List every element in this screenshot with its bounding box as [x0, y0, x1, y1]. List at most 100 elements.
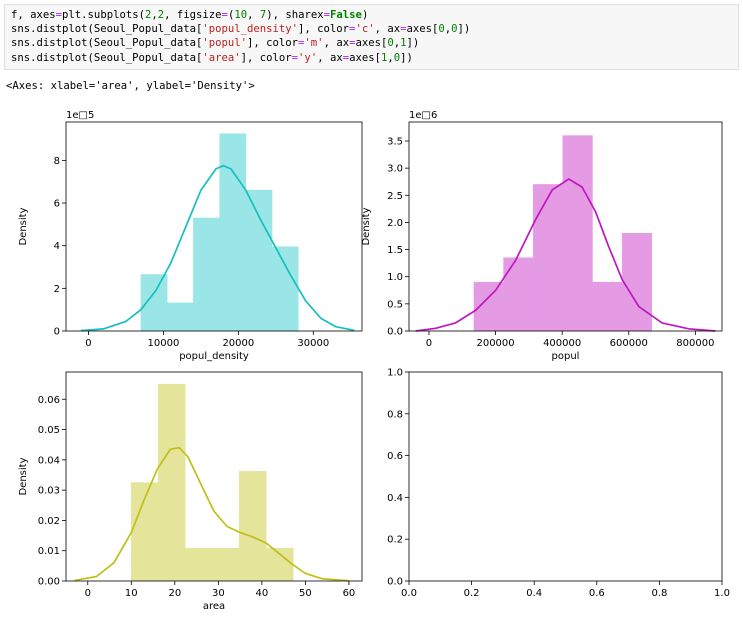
- histogram-bar: [532, 184, 564, 332]
- y-tick-label: 0.05: [38, 425, 60, 436]
- y-tick-label: 0.06: [38, 395, 60, 406]
- y-tick-label: 3.0: [387, 164, 403, 175]
- code-token: ), sharex: [266, 9, 324, 21]
- histogram-bar: [473, 281, 504, 332]
- x-tick-label: 60: [343, 588, 356, 599]
- x-tick-label: 1.0: [714, 588, 730, 599]
- y-tick-label: 1.0: [387, 272, 403, 283]
- code-line: sns.distplot(Seoul_Popul_data['popul'], …: [11, 36, 732, 50]
- subplot-1: 0 10000 20000 30000 0 2 4 6 8 popul_density Densit…: [18, 110, 363, 362]
- code-token: ]): [457, 23, 471, 36]
- x-tick-label: 600000: [610, 338, 648, 349]
- code-token: 'area': [202, 51, 241, 64]
- axes-frame: [408, 371, 723, 582]
- x-tick-label: 0.0: [401, 588, 417, 599]
- axes-frame: [65, 371, 363, 582]
- x-tick-label: 0.6: [589, 588, 605, 599]
- kde-line: [80, 164, 355, 332]
- y-tick-label: 2: [54, 284, 60, 295]
- code-token: ], color: [298, 23, 350, 36]
- code-token: ], color: [247, 37, 299, 50]
- code-token: ]): [406, 37, 420, 50]
- x-tick-label: 0: [426, 338, 432, 349]
- code-token: f, axes: [11, 9, 56, 21]
- code-token: axes[: [355, 37, 388, 50]
- histogram-bar: [621, 233, 652, 332]
- histogram-bar: [166, 302, 194, 332]
- code-token: , ax: [323, 37, 350, 50]
- x-tick-label: 0.2: [464, 588, 480, 599]
- code-token: sns.distplot(Seoul_Popul_data[: [11, 51, 203, 64]
- code-line: sns.distplot(Seoul_Popul_data['area'], c…: [11, 51, 732, 65]
- y-axis-label: Density: [18, 207, 29, 245]
- code-token: sns.distplot(Seoul_Popul_data[: [11, 23, 203, 36]
- y-tick-label: 0.03: [38, 486, 60, 497]
- y-tick-label: 8: [54, 156, 60, 167]
- code-token: axes[: [349, 51, 381, 64]
- x-tick-label: 20000: [222, 338, 254, 349]
- histogram-bar: [245, 189, 273, 332]
- y-tick-label: 0.01: [38, 546, 60, 557]
- histogram-bar: [265, 548, 294, 582]
- histogram-bar: [193, 217, 220, 332]
- code-token: 'popul_density': [202, 23, 299, 36]
- y-tick-label: 6: [54, 199, 60, 210]
- y-tick-label: 0.5: [387, 299, 403, 310]
- histogram-bar: [158, 383, 186, 582]
- axis-offset-text: 1e□6: [409, 110, 437, 121]
- code-token: , figsize: [164, 9, 222, 21]
- axis-offset-text: 1e□5: [66, 110, 94, 121]
- histogram-bar: [271, 246, 299, 332]
- code-token: False: [330, 9, 362, 21]
- histogram-bar: [140, 274, 168, 332]
- y-axis-label: Density: [18, 457, 29, 495]
- x-tick-label: 0.4: [526, 588, 542, 599]
- x-tick-label: 0: [85, 338, 91, 349]
- x-tick-label: 40: [256, 588, 269, 599]
- y-tick-label: 0.0: [387, 327, 403, 338]
- subplot-2: 0 200000 400000 600000 800000 0.0 0.5 1.0 1.5 2.0…: [361, 110, 723, 362]
- x-tick-label: 10000: [148, 338, 180, 349]
- x-axis-label: popul_density: [179, 351, 249, 362]
- code-token: plt.subplots(: [62, 9, 145, 21]
- histogram-bar: [592, 281, 623, 332]
- histogram-bar: [238, 471, 267, 582]
- y-tick-label: 0: [54, 327, 60, 338]
- y-tick-label: 4: [54, 241, 60, 252]
- histogram-bar: [131, 482, 159, 582]
- code-token: 'popul': [202, 37, 247, 50]
- axes-frame: [408, 121, 723, 332]
- x-axis-label: popul: [552, 351, 580, 362]
- y-tick-label: 2.0: [387, 218, 403, 229]
- code-token: 'm': [304, 37, 324, 50]
- kde-line: [415, 178, 716, 332]
- x-tick-label: 50: [299, 588, 312, 599]
- subplot-4: 0.0 0.2 0.4 0.6 0.8 1.0 0.0 0.2 0.4 0.6 0.8 1.0: [387, 368, 730, 600]
- y-axis-label: Density: [361, 207, 372, 245]
- histogram-bar: [219, 133, 247, 332]
- code-token: ]): [400, 51, 413, 64]
- y-tick-label: 0.4: [387, 493, 403, 504]
- y-tick-label: 1.0: [387, 368, 403, 379]
- y-tick-label: 2.5: [387, 191, 403, 202]
- code-token: 10: [234, 9, 248, 21]
- code-token: 'y': [298, 51, 318, 64]
- x-tick-label: 0: [85, 588, 91, 599]
- x-tick-label: 200000: [476, 338, 514, 349]
- x-tick-label: 800000: [676, 338, 714, 349]
- histogram-bar: [185, 548, 213, 582]
- y-tick-label: 0.8: [387, 409, 403, 420]
- code-token: ): [361, 9, 369, 21]
- y-tick-label: 0.0: [387, 577, 403, 588]
- x-tick-label: 400000: [543, 338, 581, 349]
- y-tick-label: 1.5: [387, 245, 403, 256]
- x-tick-label: 0.8: [651, 588, 667, 599]
- x-tick-label: 20: [168, 588, 181, 599]
- y-tick-label: 0.6: [387, 451, 403, 462]
- figure: 0 10000 20000 30000 0 2 4 6 8 popul_density Densit…: [18, 110, 730, 612]
- x-tick-label: 10: [125, 588, 138, 599]
- code-line: sns.distplot(Seoul_Popul_data['popul_den…: [11, 22, 732, 36]
- y-tick-label: 0.2: [387, 535, 403, 546]
- x-axis-label: area: [203, 601, 225, 612]
- code-cell[interactable]: f, axes=plt.subplots(2,2, figsize=(10, 7…: [4, 4, 739, 70]
